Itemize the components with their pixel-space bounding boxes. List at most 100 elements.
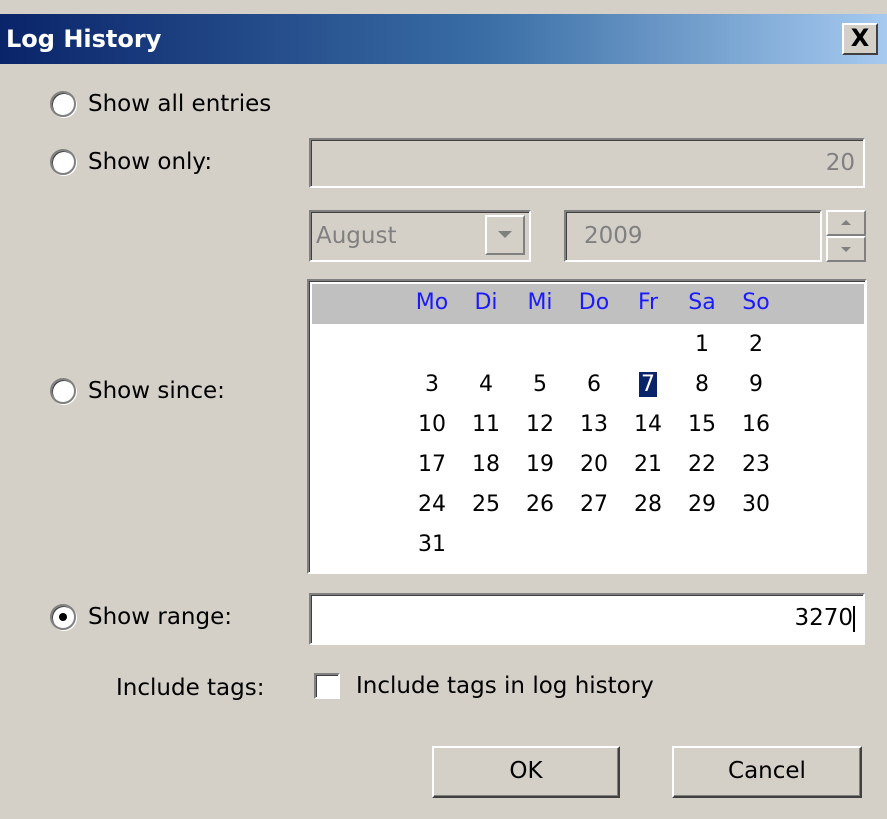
calendar-weekday-1: Di	[474, 290, 498, 315]
show-since-radio[interactable]	[50, 378, 76, 404]
calendar-day-number: 26	[526, 492, 554, 517]
calendar-day-number: 29	[688, 492, 716, 517]
calendar-weekday-2: Mi	[527, 290, 553, 315]
calendar[interactable]: Mo Di Mi Do Fr Sa So 1 2 3 4 5 6 7 8 9 10 11 12 13 14 15 16 17 1…	[307, 279, 867, 574]
calendar-day[interactable]: 26	[513, 492, 567, 517]
calendar-day-number: 17	[418, 452, 446, 477]
show-only-label: Show only:	[88, 149, 213, 175]
calendar-day[interactable]: 27	[567, 492, 621, 517]
calendar-day-number: 7	[639, 372, 657, 397]
show-only-radio[interactable]	[50, 149, 76, 175]
calendar-day-number: 22	[688, 452, 716, 477]
calendar-day[interactable]: 13	[567, 412, 621, 437]
calendar-day[interactable]: 21	[621, 452, 675, 477]
show-all-option[interactable]: Show all entries	[50, 91, 271, 117]
calendar-weekday-3: Do	[578, 290, 610, 315]
calendar-day[interactable]: 19	[513, 452, 567, 477]
show-range-label: Show range:	[88, 604, 232, 630]
spin-up-icon	[841, 220, 851, 225]
calendar-day[interactable]: 20	[567, 452, 621, 477]
calendar-day[interactable]: 24	[405, 492, 459, 517]
calendar-day-number: 27	[580, 492, 608, 517]
calendar-day-number: 12	[526, 412, 554, 437]
calendar-day-number: 10	[418, 412, 446, 437]
month-select-value: August	[316, 223, 397, 249]
calendar-day[interactable]: 28	[621, 492, 675, 517]
calendar-weekday-5: Sa	[688, 290, 716, 315]
show-only-count-field[interactable]: 20	[309, 138, 865, 188]
ok-button[interactable]: OK	[432, 746, 620, 798]
calendar-day[interactable]: 1	[675, 332, 729, 357]
calendar-day-number: 1	[695, 332, 709, 357]
text-cursor	[853, 606, 855, 632]
calendar-day[interactable]: 15	[675, 412, 729, 437]
calendar-day[interactable]: 22	[675, 452, 729, 477]
calendar-day-number: 25	[472, 492, 500, 517]
calendar-day-number: 8	[695, 372, 709, 397]
calendar-day[interactable]: 14	[621, 412, 675, 437]
show-since-option[interactable]: Show since:	[50, 378, 225, 404]
calendar-day-number: 19	[526, 452, 554, 477]
include-tags-checkbox[interactable]	[314, 673, 340, 699]
calendar-day[interactable]: 9	[729, 372, 783, 397]
calendar-day-number: 5	[533, 372, 547, 397]
calendar-day[interactable]: 23	[729, 452, 783, 477]
show-range-radio[interactable]	[50, 604, 76, 630]
calendar-day[interactable]: 5	[513, 372, 567, 397]
calendar-day[interactable]: 25	[459, 492, 513, 517]
calendar-day[interactable]: 31	[405, 532, 459, 557]
calendar-day-number: 28	[634, 492, 662, 517]
window-title: Log History	[6, 25, 162, 53]
show-only-count-value: 20	[825, 150, 855, 176]
calendar-day-number: 3	[425, 372, 439, 397]
calendar-day-number: 30	[742, 492, 770, 517]
calendar-day[interactable]: 16	[729, 412, 783, 437]
calendar-day-number: 4	[479, 372, 493, 397]
calendar-day[interactable]: 30	[729, 492, 783, 517]
year-spinner-value: 2009	[584, 223, 643, 249]
calendar-day[interactable]: 3	[405, 372, 459, 397]
calendar-day-number: 9	[749, 372, 763, 397]
calendar-day[interactable]: 29	[675, 492, 729, 517]
calendar-day-number: 14	[634, 412, 662, 437]
calendar-day[interactable]: 11	[459, 412, 513, 437]
calendar-day[interactable]: 8	[675, 372, 729, 397]
calendar-day[interactable]: 18	[459, 452, 513, 477]
close-button[interactable]: X	[842, 23, 878, 55]
calendar-day-number: 31	[418, 532, 446, 557]
spin-down-icon	[841, 247, 851, 252]
show-all-radio[interactable]	[50, 91, 76, 117]
show-since-label: Show since:	[88, 378, 225, 404]
year-spin-down-button[interactable]	[826, 236, 866, 262]
show-range-value: 3270	[794, 605, 853, 631]
calendar-day[interactable]: 6	[567, 372, 621, 397]
calendar-day-number: 13	[580, 412, 608, 437]
show-only-option[interactable]: Show only:	[50, 149, 212, 175]
calendar-day-selected[interactable]: 7	[621, 372, 675, 397]
close-icon: X	[850, 24, 870, 52]
include-tags-checkbox-row[interactable]: Include tags in log history	[314, 673, 654, 699]
calendar-day[interactable]: 2	[729, 332, 783, 357]
year-spinner-field[interactable]: 2009	[564, 210, 822, 262]
show-range-field[interactable]: 3270	[309, 593, 865, 645]
show-range-option[interactable]: Show range:	[50, 604, 232, 630]
calendar-day-number: 11	[472, 412, 500, 437]
cancel-button[interactable]: Cancel	[672, 746, 862, 798]
calendar-day[interactable]: 4	[459, 372, 513, 397]
calendar-day[interactable]: 12	[513, 412, 567, 437]
calendar-day-number: 18	[472, 452, 500, 477]
calendar-weekday-0: Mo	[415, 290, 449, 315]
year-spin-up-button[interactable]	[826, 210, 866, 236]
calendar-day[interactable]: 10	[405, 412, 459, 437]
calendar-weekday-4: Fr	[637, 290, 659, 315]
calendar-day-number: 6	[587, 372, 601, 397]
calendar-weekday-6: So	[742, 290, 770, 315]
calendar-day-number: 24	[418, 492, 446, 517]
month-dropdown-button[interactable]	[485, 215, 525, 255]
calendar-day-number: 2	[749, 332, 763, 357]
include-tags-caption: Include tags:	[116, 675, 265, 701]
calendar-day-number: 16	[742, 412, 770, 437]
month-select[interactable]: August	[309, 210, 531, 262]
calendar-day[interactable]: 17	[405, 452, 459, 477]
calendar-day-number: 15	[688, 412, 716, 437]
